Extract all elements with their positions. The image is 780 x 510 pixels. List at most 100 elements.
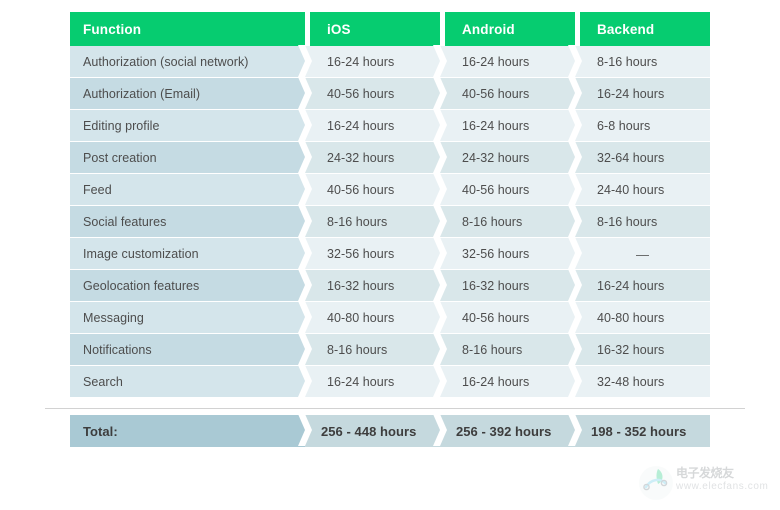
table-total-row: Total: 256 - 448 hours 256 - 392 hours 1… (70, 414, 710, 447)
total-android-cell: 256 - 392 hours (440, 415, 575, 447)
table-row: Messaging 40-80 hours 40-56 hours 40-80 hou… (70, 301, 710, 334)
table-row: Search 16-24 hours 16-24 hours 32-48 hours (70, 365, 710, 398)
elecfans-leaf-logo-icon (638, 465, 674, 501)
row-function-cell: Authorization (Email) (70, 78, 305, 110)
table-row: Editing profile 16-24 hours 16-24 hours 6-8… (70, 109, 710, 142)
row-android-cell: 16-24 hours (440, 366, 575, 398)
row-function-cell-value: Editing profile (83, 119, 160, 133)
watermark-url: www.elecfans.com (676, 481, 769, 492)
watermark-brand: 电子发烧友 (676, 466, 734, 480)
row-function-cell: Messaging (70, 302, 305, 334)
total-backend-value: 198 - 352 hours (591, 423, 687, 439)
table-header-row: Function iOS Android Backend (70, 12, 710, 46)
row-function-cell-value: Messaging (83, 311, 144, 325)
row-ios-cell-value: 8-16 hours (327, 343, 388, 357)
row-backend-cell-value: 16-32 hours (597, 343, 665, 357)
table-row: Authorization (social network) 16-24 hour… (70, 45, 710, 78)
column-header-backend: Backend (580, 12, 710, 46)
total-label: Total: (83, 423, 118, 439)
row-ios-cell: 32-56 hours (305, 238, 440, 270)
row-ios-cell-value: 24-32 hours (327, 151, 395, 165)
row-android-cell: 32-56 hours (440, 238, 575, 270)
total-ios-cell: 256 - 448 hours (305, 415, 440, 447)
row-function-cell-value: Search (83, 375, 123, 389)
row-backend-cell: 8-16 hours (575, 46, 710, 78)
row-ios-cell: 16-24 hours (305, 46, 440, 78)
row-android-cell-value: 40-56 hours (462, 311, 530, 325)
row-backend-cell-value: 16-24 hours (597, 87, 665, 101)
total-android-value: 256 - 392 hours (456, 423, 552, 439)
row-android-cell: 8-16 hours (440, 334, 575, 366)
row-backend-cell: 40-80 hours (575, 302, 710, 334)
row-android-cell-value: 24-32 hours (462, 151, 530, 165)
total-backend-cell: 198 - 352 hours (575, 415, 710, 447)
row-function-cell-value: Authorization (social network) (83, 55, 249, 69)
row-ios-cell-value: 40-56 hours (327, 87, 395, 101)
row-android-cell-value: 16-24 hours (462, 375, 530, 389)
row-backend-cell: 24-40 hours (575, 174, 710, 206)
row-function-cell: Post creation (70, 142, 305, 174)
row-function-cell-value: Post creation (83, 151, 157, 165)
row-android-cell-value: 16-24 hours (462, 55, 530, 69)
row-android-cell-value: 40-56 hours (462, 87, 530, 101)
table-row: Social features 8-16 hours 8-16 hours 8-16 … (70, 205, 710, 238)
row-function-cell: Notifications (70, 334, 305, 366)
column-header-function: Function (70, 12, 305, 46)
table-row: Image customization 32-56 hours 32-56 hour… (70, 237, 710, 270)
row-ios-cell: 8-16 hours (305, 334, 440, 366)
row-function-cell: Geolocation features (70, 270, 305, 302)
row-android-cell: 40-56 hours (440, 174, 575, 206)
row-backend-cell-value: 6-8 hours (597, 119, 651, 133)
row-function-cell-value: Authorization (Email) (83, 87, 201, 101)
column-header-backend-label: Backend (597, 21, 655, 37)
row-backend-cell: 16-24 hours (575, 270, 710, 302)
estimate-table: Function iOS Android Backend Authorizati… (70, 12, 710, 398)
row-ios-cell-value: 40-56 hours (327, 183, 395, 197)
row-android-cell-value: 40-56 hours (462, 183, 530, 197)
table-row: Authorization (Email) 40-56 hours 40-56 ho… (70, 77, 710, 110)
row-android-cell: 16-24 hours (440, 46, 575, 78)
row-function-cell-value: Image customization (83, 247, 199, 261)
row-ios-cell: 16-32 hours (305, 270, 440, 302)
infographic-page: Function iOS Android Backend Authorizati… (0, 0, 780, 510)
table-row: Post creation 24-32 hours 24-32 hours 32-64… (70, 141, 710, 174)
column-header-ios-label: iOS (327, 21, 351, 37)
row-android-cell-value: 16-32 hours (462, 279, 530, 293)
total-label-cell: Total: (70, 415, 305, 447)
row-android-cell: 40-56 hours (440, 302, 575, 334)
table-body: Authorization (social network) 16-24 hour… (70, 45, 710, 398)
row-backend-cell: 8-16 hours (575, 206, 710, 238)
row-ios-cell-value: 32-56 hours (327, 247, 395, 261)
row-backend-cell-value: 24-40 hours (597, 183, 665, 197)
row-function-cell-value: Notifications (83, 343, 152, 357)
column-header-android: Android (445, 12, 575, 46)
row-android-cell: 8-16 hours (440, 206, 575, 238)
row-ios-cell: 24-32 hours (305, 142, 440, 174)
row-function-cell-value: Geolocation features (83, 279, 200, 293)
row-backend-cell-value: 8-16 hours (597, 55, 658, 69)
row-backend-cell: 16-32 hours (575, 334, 710, 366)
row-android-cell-value: 8-16 hours (462, 343, 523, 357)
column-header-ios: iOS (310, 12, 440, 46)
row-ios-cell: 8-16 hours (305, 206, 440, 238)
row-android-cell-value: 8-16 hours (462, 215, 523, 229)
row-function-cell-value: Social features (83, 215, 167, 229)
row-android-cell: 24-32 hours (440, 142, 575, 174)
row-ios-cell: 16-24 hours (305, 110, 440, 142)
column-header-function-label: Function (83, 21, 142, 37)
row-backend-cell: — (575, 238, 710, 270)
row-function-cell: Editing profile (70, 110, 305, 142)
row-backend-cell-value: 40-80 hours (597, 311, 665, 325)
row-function-cell: Social features (70, 206, 305, 238)
row-backend-cell: 32-48 hours (575, 366, 710, 398)
row-ios-cell-value: 16-32 hours (327, 279, 395, 293)
row-ios-cell: 40-56 hours (305, 174, 440, 206)
row-function-cell: Authorization (social network) (70, 46, 305, 78)
row-android-cell: 16-24 hours (440, 110, 575, 142)
row-ios-cell-value: 16-24 hours (327, 55, 395, 69)
row-ios-cell-value: 16-24 hours (327, 119, 395, 133)
row-backend-cell-value: 32-48 hours (597, 375, 665, 389)
row-ios-cell-value: 8-16 hours (327, 215, 388, 229)
row-function-cell: Feed (70, 174, 305, 206)
table-row: Notifications 8-16 hours 8-16 hours 16-32 h… (70, 333, 710, 366)
